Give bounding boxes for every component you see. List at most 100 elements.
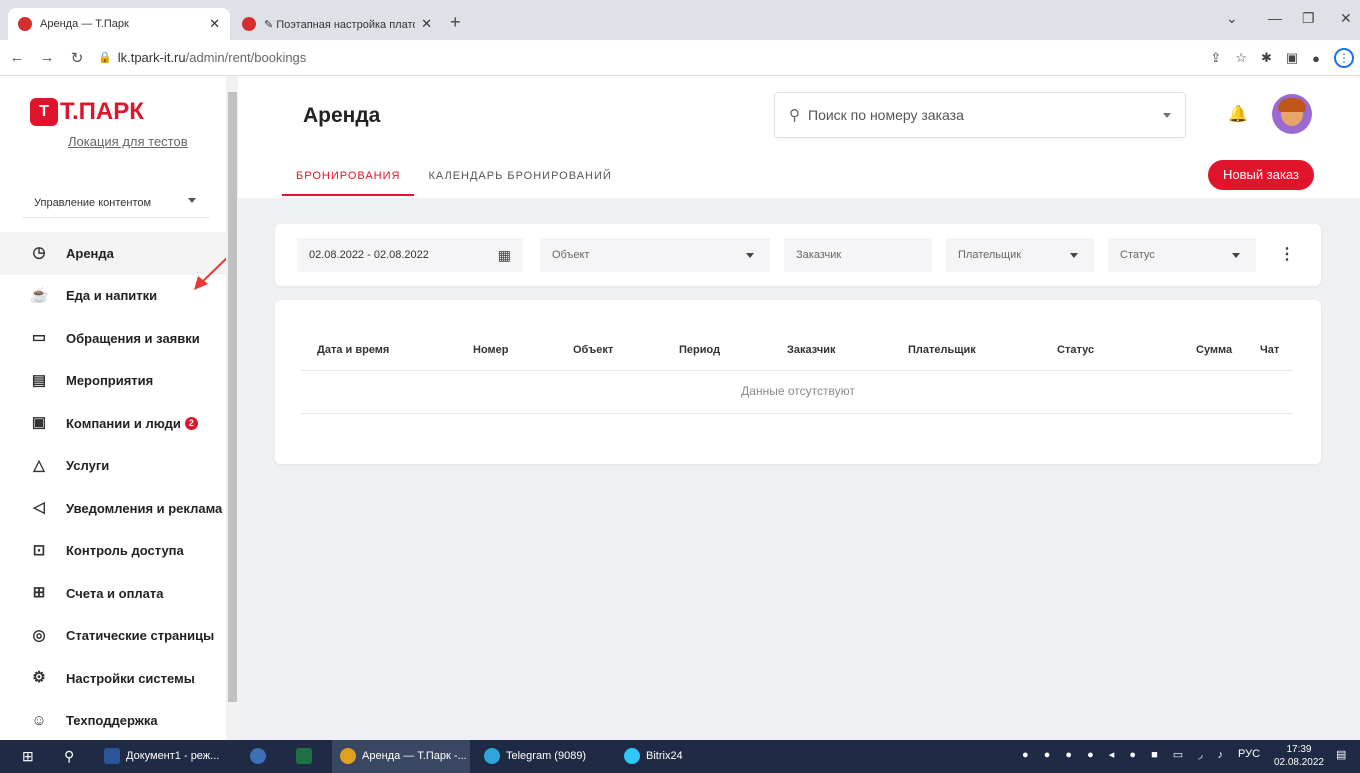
sidebar-item-label: Компании и люди <box>66 415 181 431</box>
column-header-customer[interactable]: Заказчик <box>787 344 835 356</box>
object-select[interactable]: Объект <box>540 238 770 272</box>
tray-icons[interactable]: ● ● ● ● ◂ ● ■ ▭ ◞ ♪ <box>1022 748 1229 761</box>
new-tab-icon[interactable]: + <box>450 12 461 33</box>
close-tab-icon[interactable]: ✕ <box>421 16 432 32</box>
chrome-icon <box>340 748 356 764</box>
sidebar-item-requests[interactable]: ▭ Обращения и заявки <box>0 317 226 360</box>
reload-icon[interactable]: ↻ <box>64 49 90 67</box>
close-window-icon[interactable]: ✕ <box>1340 10 1352 27</box>
taskbar-label: Bitrix24 <box>646 750 683 762</box>
object-placeholder: Объект <box>552 249 590 261</box>
search-icon[interactable]: ⚲ <box>64 748 74 765</box>
extensions-icon[interactable]: ✱ <box>1261 50 1272 66</box>
column-header-chat[interactable]: Чат <box>1260 344 1279 356</box>
sidebar-item-support[interactable]: ☺ Техподдержка <box>0 700 226 743</box>
side-panel-icon[interactable]: ▣ <box>1286 50 1298 66</box>
caret-down-icon[interactable] <box>1163 113 1171 118</box>
search-placeholder: Поиск по номеру заказа <box>808 107 964 123</box>
browser-tab-active[interactable]: Аренда — Т.Парк ✕ <box>8 8 230 40</box>
payer-select[interactable]: Плательщик <box>946 238 1094 272</box>
sidebar-item-billing[interactable]: ⊞ Счета и оплата <box>0 572 226 615</box>
column-header-sum[interactable]: Сумма <box>1196 344 1232 356</box>
share-icon[interactable]: ⇪ <box>1210 50 1221 66</box>
cup-icon: ☕ <box>30 286 49 304</box>
logo-text: Т.ПАРК <box>60 98 144 125</box>
clock[interactable]: 17:39 02.08.2022 <box>1274 743 1324 769</box>
back-icon[interactable]: ← <box>4 49 30 66</box>
sidebar-item-label: Мероприятия <box>66 373 154 389</box>
column-header-payer[interactable]: Плательщик <box>908 344 976 356</box>
tab-title: ✎ Поэтапная настройка платф <box>264 18 416 31</box>
minimize-icon[interactable]: — <box>1268 10 1282 26</box>
profile-icon[interactable]: ● <box>1312 51 1320 66</box>
lock-icon: ⊡ <box>32 541 46 559</box>
url-path: /admin/rent/bookings <box>185 50 307 65</box>
tab-bookings-calendar[interactable]: КАЛЕНДАРЬ БРОНИРОВАНИЙ <box>414 158 625 196</box>
sidebar-item-static-pages[interactable]: ◎ Статические страницы <box>0 615 226 658</box>
more-vertical-icon[interactable]: ⋮ <box>1279 244 1295 264</box>
date-range-field[interactable]: 02.08.2022 - 02.08.2022 ▦ <box>297 238 523 272</box>
url-field[interactable]: 🔒 lk.tpark-it.ru/admin/rent/bookings <box>98 50 306 65</box>
bookmark-star-icon[interactable]: ☆ <box>1235 50 1247 66</box>
column-header-number[interactable]: Номер <box>473 344 509 356</box>
calculator-icon: ⊞ <box>32 584 46 602</box>
avatar[interactable] <box>1272 94 1312 134</box>
content-management-select[interactable]: Управление контентом <box>22 188 210 218</box>
taskbar-label: Telegram (9089) <box>506 750 587 762</box>
logo[interactable]: Т Т.ПАРК <box>30 98 144 126</box>
browser-tab-inactive[interactable]: ✎ Поэтапная настройка платф ✕ <box>232 8 442 40</box>
sidebar-item-access[interactable]: ⊡ Контроль доступа <box>0 530 226 573</box>
windows-start-icon[interactable]: ⊞ <box>22 748 34 765</box>
column-header-object[interactable]: Объект <box>573 344 613 356</box>
menu-more-icon[interactable]: ⋮ <box>1334 48 1354 68</box>
column-header-period[interactable]: Период <box>679 344 720 356</box>
megaphone-icon: ◁ <box>33 499 45 517</box>
language-indicator[interactable]: РУС <box>1238 748 1260 760</box>
taskbar-word[interactable]: Документ1 - реж... <box>104 748 219 764</box>
filters-panel: 02.08.2022 - 02.08.2022 ▦ Объект Заказчи… <box>275 224 1321 286</box>
taskbar-bitrix[interactable]: Bitrix24 <box>624 748 683 764</box>
close-tab-icon[interactable]: ✕ <box>209 16 220 32</box>
status-placeholder: Статус <box>1120 249 1155 261</box>
support-icon: ☺ <box>31 711 47 729</box>
sidebar-item-notifications[interactable]: ◁ Уведомления и реклама <box>0 487 226 530</box>
taskbar-chrome[interactable]: Аренда — Т.Парк -... <box>340 748 467 764</box>
customer-field[interactable]: Заказчик <box>784 238 932 272</box>
column-header-status[interactable]: Статус <box>1057 344 1094 356</box>
new-order-button[interactable]: Новый заказ <box>1208 160 1314 190</box>
notification-badge: 2 <box>184 416 198 430</box>
sidebar-item-events[interactable]: ▤ Мероприятия <box>0 360 226 403</box>
sidebar-item-settings[interactable]: ⚙ Настройки системы <box>0 657 226 700</box>
maximize-icon[interactable]: ❐ <box>1302 10 1315 27</box>
excel-icon[interactable] <box>296 748 312 764</box>
forward-icon[interactable]: → <box>34 49 60 66</box>
page-icon: ◎ <box>32 626 46 644</box>
status-select[interactable]: Статус <box>1108 238 1256 272</box>
calendar-icon[interactable]: ▦ <box>498 247 511 264</box>
sidebar-item-label: Услуги <box>66 458 110 474</box>
sidebar-item-label: Техподдержка <box>66 713 158 729</box>
taskbar-telegram[interactable]: Telegram (9089) <box>484 748 586 764</box>
page-title: Аренда <box>303 104 381 127</box>
bell-icon[interactable]: 🔔 <box>1228 104 1248 124</box>
tab-search-icon[interactable]: ⌄ <box>1226 10 1238 27</box>
main-content: Аренда ⚲ Поиск по номеру заказа 🔔 БРОНИР… <box>238 76 1360 740</box>
caret-down-icon <box>746 253 754 258</box>
address-bar: ← → ↻ 🔒 lk.tpark-it.ru/admin/rent/bookin… <box>0 40 1360 76</box>
sidebar-menu: ◷ Аренда ☕ Еда и напитки ▭ Обращения и з… <box>0 232 226 742</box>
clock-date: 02.08.2022 <box>1273 757 1324 768</box>
order-search-input[interactable]: ⚲ Поиск по номеру заказа <box>774 92 1186 138</box>
tpark-logo-icon: Т <box>30 98 58 126</box>
sidebar-item-label: Контроль доступа <box>66 543 184 559</box>
sidebar-item-label: Еда и напитки <box>66 288 158 304</box>
column-header-datetime[interactable]: Дата и время <box>317 344 389 356</box>
sidebar-item-label: Счета и оплата <box>66 585 164 601</box>
sidebar-scroll-thumb[interactable] <box>228 92 237 702</box>
sidebar-item-services[interactable]: △ Услуги <box>0 445 226 488</box>
customer-placeholder: Заказчик <box>796 249 842 261</box>
location-link[interactable]: Локация для тестов <box>68 134 188 149</box>
sidebar-item-companies[interactable]: ▣ Компании и люди 2 <box>0 402 226 445</box>
tab-bookings[interactable]: БРОНИРОВАНИЯ <box>282 158 415 196</box>
taskbar-app-icon[interactable] <box>250 748 266 764</box>
notifications-icon[interactable]: ▤ <box>1336 748 1346 761</box>
